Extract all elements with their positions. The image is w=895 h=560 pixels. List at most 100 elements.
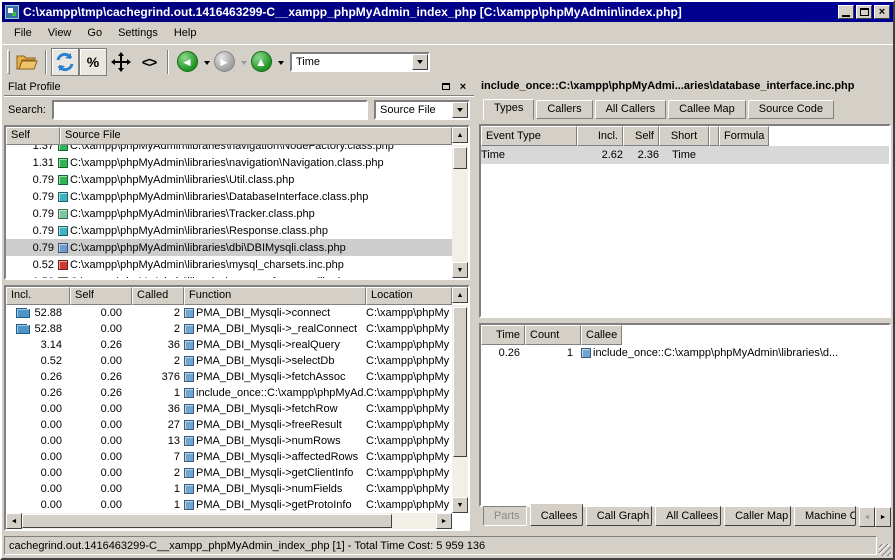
function-row[interactable]: 0.000.001PMA_DBI_Mysqli->numFieldsC:\xam… — [6, 481, 452, 497]
column-header-time[interactable]: Time — [481, 325, 525, 345]
tab-scroll-right-button[interactable]: ► — [875, 507, 891, 527]
function-row[interactable]: 0.260.261include_once::C:\xampp\phpMyAd.… — [6, 385, 452, 401]
minimize-button[interactable] — [838, 5, 854, 19]
function-row[interactable]: 52.880.002PMA_DBI_Mysqli->_realConnectC:… — [6, 321, 452, 337]
column-header-spacer[interactable] — [709, 126, 719, 146]
function-row[interactable]: 0.000.001PMA_DBI_Mysqli->getProtoInfoC:\… — [6, 497, 452, 513]
source-file-row[interactable]: 0.79C:\xampp\phpMyAdmin\libraries\dbi\DB… — [6, 239, 452, 256]
function-row[interactable]: 0.000.0013PMA_DBI_Mysqli->numRowsC:\xamp… — [6, 433, 452, 449]
flat-profile-titlebar[interactable]: Flat Profile × — [4, 78, 474, 96]
relative-to-parent-button[interactable] — [107, 48, 135, 76]
function-row[interactable]: 52.880.002PMA_DBI_Mysqli->connectC:\xamp… — [6, 305, 452, 321]
menu-item-go[interactable]: Go — [79, 24, 110, 42]
relative-percent-button[interactable]: % — [79, 48, 107, 76]
back-button[interactable]: ◄ — [173, 48, 201, 76]
menu-item-view[interactable]: View — [40, 24, 80, 42]
function-icon — [184, 388, 194, 398]
column-header-callee[interactable]: Callee — [581, 325, 622, 345]
scrollbar-thumb[interactable] — [453, 147, 467, 169]
event-type-combo-button[interactable] — [412, 54, 428, 70]
tab-call-graph[interactable]: Call Graph — [586, 506, 652, 526]
maximize-button[interactable] — [856, 5, 872, 19]
source-file-row[interactable]: 1.37C:\xampp\phpMyAdmin\libraries\naviga… — [6, 145, 452, 154]
function-row[interactable]: 0.000.002PMA_DBI_Mysqli->getClientInfoC:… — [6, 465, 452, 481]
grouping-combo[interactable]: Source File — [374, 100, 470, 120]
function-row[interactable]: 0.520.002PMA_DBI_Mysqli->selectDbC:\xamp… — [6, 353, 452, 369]
callees-tabs: PartsCalleesCall GraphAll CalleesCaller … — [479, 507, 891, 531]
column-header-self[interactable]: Self — [70, 287, 132, 305]
tab-callers[interactable]: Callers — [536, 100, 592, 119]
scroll-down-button[interactable]: ▼ — [452, 262, 468, 278]
cycle-detection-button[interactable] — [51, 48, 79, 76]
column-header-count[interactable]: Count — [525, 325, 581, 345]
resize-grip[interactable] — [879, 544, 891, 556]
tab-source-code[interactable]: Source Code — [748, 100, 834, 119]
column-header-self[interactable]: Self — [6, 127, 60, 145]
dock-float-button[interactable] — [439, 80, 453, 93]
function-row[interactable]: 3.140.2636PMA_DBI_Mysqli->realQueryC:\xa… — [6, 337, 452, 353]
up-button[interactable]: ▲ — [247, 48, 275, 76]
column-header-called[interactable]: Called — [132, 287, 184, 305]
scroll-down-button[interactable]: ▼ — [452, 497, 468, 513]
shorten-templates-button[interactable]: <> — [135, 48, 163, 76]
scroll-left-button[interactable]: ◄ — [6, 513, 22, 529]
menu-item-file[interactable]: File — [6, 24, 40, 42]
tab-machine-c[interactable]: Machine C — [794, 506, 856, 526]
grouping-combo-button[interactable] — [452, 102, 468, 118]
function-row[interactable]: 0.000.007PMA_DBI_Mysqli->affectedRowsC:\… — [6, 449, 452, 465]
title-bar[interactable]: C:\xampp\tmp\cachegrind.out.1416463299-C… — [2, 2, 893, 22]
scroll-up-button[interactable]: ▲ — [452, 127, 468, 143]
close-button[interactable]: × — [874, 5, 890, 19]
menu-item-settings[interactable]: Settings — [110, 24, 166, 42]
source-file-row[interactable]: 0.52C:\xampp\phpMyAdmin\libraries\mysql_… — [6, 256, 452, 273]
column-header-incl[interactable]: Incl. — [577, 126, 623, 146]
menu-item-help[interactable]: Help — [166, 24, 205, 42]
function-row[interactable]: 0.000.0036PMA_DBI_Mysqli->fetchRowC:\xam… — [6, 401, 452, 417]
column-header-self[interactable]: Self — [623, 126, 659, 146]
tab-callees[interactable]: Callees — [530, 504, 583, 526]
event-type-row[interactable]: Time2.622.36Time — [481, 146, 889, 164]
callees-table-header: Time Count Callee — [481, 325, 889, 345]
forward-button[interactable]: ► — [210, 48, 238, 76]
back-icon: ◄ — [177, 51, 198, 72]
horizontal-scrollbar[interactable]: ◄ ► — [6, 513, 452, 529]
column-header-formula[interactable]: Formula — [719, 126, 769, 146]
event-type-combo[interactable]: Time — [290, 52, 430, 72]
tab-all-callers[interactable]: All Callers — [595, 100, 667, 119]
column-header-source-file[interactable]: Source File — [60, 127, 452, 145]
source-file-row[interactable]: 1.31C:\xampp\phpMyAdmin\libraries\naviga… — [6, 154, 452, 171]
column-header-function[interactable]: Function — [184, 287, 366, 305]
location-cell: C:\xampp\phpMy — [366, 339, 452, 351]
self-cost-cell: 0.00 — [70, 451, 132, 463]
source-file-row[interactable]: 0.52C:\xampp\phpMyAdmin\libraries\user_p… — [6, 273, 452, 278]
scroll-right-button[interactable]: ► — [436, 513, 452, 529]
source-file-row[interactable]: 0.79C:\xampp\phpMyAdmin\libraries\Databa… — [6, 188, 452, 205]
tab-callee-map[interactable]: Callee Map — [668, 100, 746, 119]
search-input[interactable] — [52, 100, 368, 120]
source-file-row[interactable]: 0.79C:\xampp\phpMyAdmin\libraries\Util.c… — [6, 171, 452, 188]
vertical-scrollbar[interactable]: ▼ — [452, 305, 468, 513]
source-file-row[interactable]: 0.79C:\xampp\phpMyAdmin\libraries\Tracke… — [6, 205, 452, 222]
tab-types[interactable]: Types — [483, 99, 534, 120]
scroll-up-button[interactable]: ▲ — [452, 287, 468, 303]
open-file-button[interactable] — [13, 48, 41, 76]
column-header-incl[interactable]: Incl. — [6, 287, 70, 305]
column-header-short[interactable]: Short — [659, 126, 709, 146]
incl-cost-cell: 52.88 — [6, 307, 70, 319]
callee-row[interactable]: 0.261include_once::C:\xampp\phpMyAdmin\l… — [481, 345, 889, 361]
toolbar-handle[interactable] — [7, 50, 10, 74]
function-row[interactable]: 0.260.26376PMA_DBI_Mysqli->fetchAssocC:\… — [6, 369, 452, 385]
function-name-cell: PMA_DBI_Mysqli->affectedRows — [184, 451, 366, 463]
column-header-event-type[interactable]: Event Type — [481, 126, 577, 146]
dock-close-button[interactable]: × — [456, 80, 470, 93]
vertical-scrollbar[interactable]: ▼ — [452, 145, 468, 278]
source-file-row[interactable]: 0.79C:\xampp\phpMyAdmin\libraries\Respon… — [6, 222, 452, 239]
tab-all-callees[interactable]: All Callees — [655, 506, 721, 526]
up-dropdown[interactable] — [278, 61, 284, 68]
scrollbar-thumb[interactable] — [22, 514, 392, 528]
function-row[interactable]: 0.000.0027PMA_DBI_Mysqli->freeResultC:\x… — [6, 417, 452, 433]
tab-scroll-left-button[interactable]: ◄ — [859, 507, 875, 527]
tab-caller-map[interactable]: Caller Map — [724, 506, 791, 526]
column-header-location[interactable]: Location — [366, 287, 452, 305]
scrollbar-thumb[interactable] — [453, 307, 467, 457]
